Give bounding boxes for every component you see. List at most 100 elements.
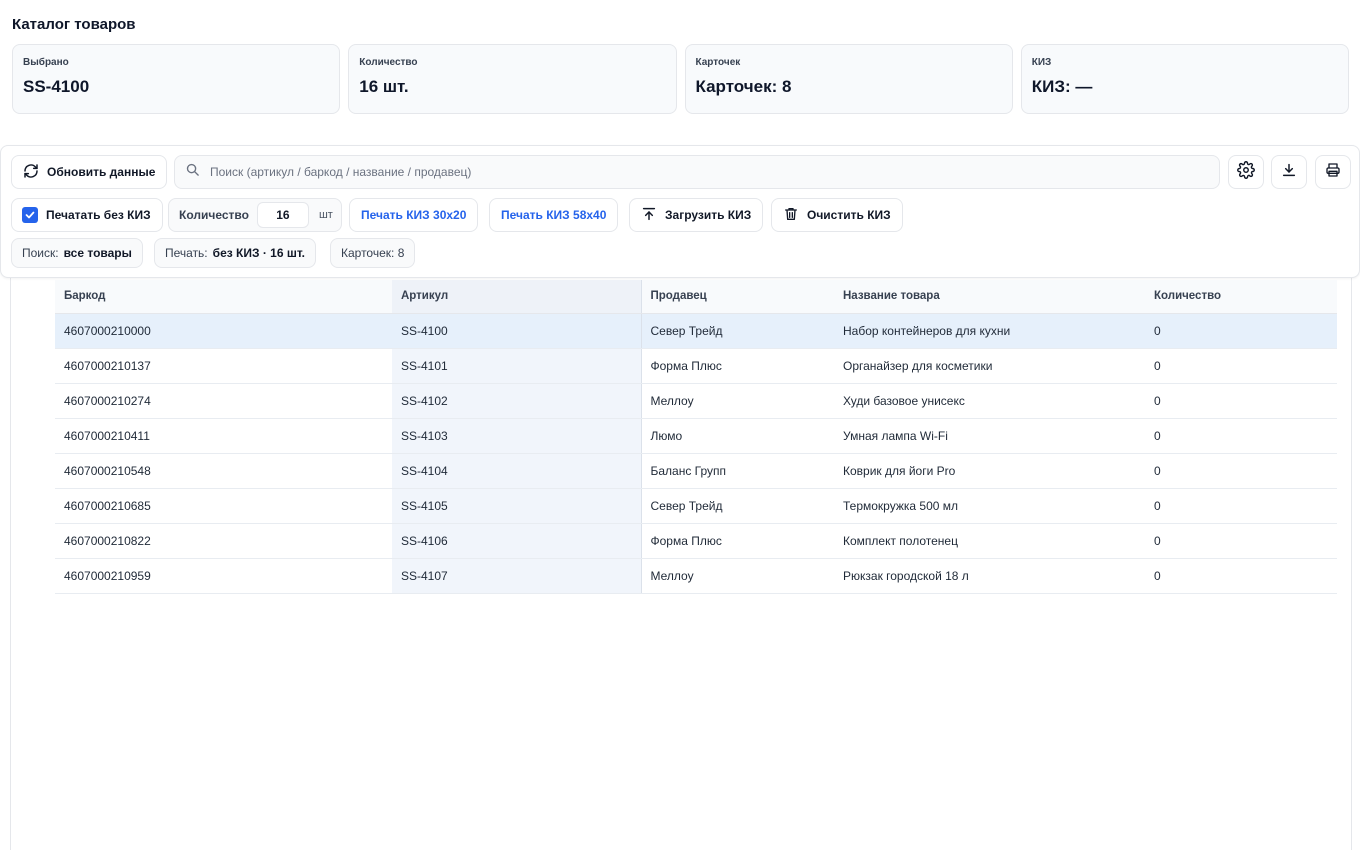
chip-key: Печать: [165, 246, 208, 260]
search-icon [185, 162, 200, 182]
cell-article: SS-4105 [392, 488, 641, 524]
print-kiz-58x40-label: Печать КИЗ 58x40 [501, 208, 607, 222]
print-icon [1325, 162, 1341, 183]
cell-barcode: 4607000210959 [55, 558, 392, 594]
settings-button[interactable] [1228, 155, 1264, 189]
stat-value: Карточек: 8 [695, 77, 792, 96]
stat-card-quantity: Количество 16 шт. [348, 44, 677, 114]
page-title: Каталог товаров [12, 16, 136, 33]
print-kiz-30x20-button[interactable]: Печать КИЗ 30x20 [349, 198, 479, 232]
column-header-name[interactable]: Название товара [834, 280, 1145, 314]
cell-seller: Люмо [640, 418, 834, 454]
cell-article: SS-4100 [392, 313, 641, 349]
refresh-button[interactable]: Обновить данные [11, 155, 168, 189]
table-row[interactable]: 4607000210411 SS-4103 Люмо Умная лампа Wi-F… [55, 418, 1337, 454]
clear-kiz-label: Очистить КИЗ [807, 208, 891, 222]
cell-barcode: 4607000210548 [55, 453, 392, 489]
stat-label: Количество [359, 57, 418, 68]
cell-article: SS-4103 [392, 418, 641, 454]
chip-search-filter: Поиск: все товары [11, 238, 143, 268]
table-row[interactable]: 4607000210959 SS-4107 Меллоу Рюкзак городск… [55, 558, 1337, 594]
cell-seller: Форма Плюс [640, 523, 834, 559]
stat-value: КИЗ: — [1031, 77, 1093, 96]
search-input[interactable] [208, 164, 1219, 180]
cell-name: Термокружка 500 мл [834, 488, 1145, 524]
cell-seller: Север Трейд [640, 313, 834, 349]
upload-icon [641, 206, 657, 225]
cell-article: SS-4102 [392, 383, 641, 419]
chip-print-mode: Печать: без КИЗ · 16 шт. [154, 238, 317, 268]
chip-value: все товары [63, 246, 132, 260]
cell-seller: Баланс Групп [640, 453, 834, 489]
chip-value: без КИЗ · 16 шт. [212, 246, 306, 260]
stats-panel: Выбрано SS-4100 Количество 16 шт. Карточ… [12, 44, 1349, 114]
refresh-icon [23, 163, 39, 182]
products-table-container: Баркод Артикул Продавец Название товара … [10, 276, 1352, 850]
chip-cards-count: Карточек: 8 [330, 238, 416, 268]
cell-article: SS-4107 [392, 558, 641, 594]
cell-quantity: 0 [1145, 418, 1337, 454]
cell-seller: Меллоу [640, 383, 834, 419]
cell-name: Комплект полотенец [834, 523, 1145, 559]
cell-name: Органайзер для косметики [834, 348, 1145, 384]
upload-kiz-label: Загрузить КИЗ [665, 208, 752, 222]
download-icon [1281, 162, 1297, 183]
cell-seller: Север Трейд [640, 488, 834, 524]
column-header-barcode[interactable]: Баркод [55, 280, 392, 314]
stat-label: Карточек [695, 57, 741, 68]
search-box [174, 155, 1220, 189]
quantity-input[interactable] [256, 202, 309, 228]
cell-name: Худи базовое унисекс [834, 383, 1145, 419]
print-kiz-30x20-label: Печать КИЗ 30x20 [361, 208, 467, 222]
cell-quantity: 0 [1145, 348, 1337, 384]
chip-key: Карточек: 8 [341, 246, 405, 260]
table-row[interactable]: 4607000210274 SS-4102 Меллоу Худи базовое у… [55, 383, 1337, 419]
table-row[interactable]: 4607000210137 SS-4101 Форма Плюс Органайзер… [55, 348, 1337, 384]
cell-article: SS-4106 [392, 523, 641, 559]
cell-name: Умная лампа Wi-Fi [834, 418, 1145, 454]
print-button[interactable] [1315, 155, 1351, 189]
cell-article: SS-4101 [392, 348, 641, 384]
cell-quantity: 0 [1145, 383, 1337, 419]
table-row[interactable]: 4607000210685 SS-4105 Север Трейд Термокруж… [55, 488, 1337, 524]
upload-kiz-button[interactable]: Загрузить КИЗ [629, 198, 764, 232]
column-header-quantity[interactable]: Количество [1145, 280, 1337, 314]
clear-kiz-button[interactable]: Очистить КИЗ [771, 198, 903, 232]
stat-label: Выбрано [23, 57, 69, 68]
cell-name: Набор контейнеров для кухни [834, 313, 1145, 349]
print-without-kiz-toggle[interactable]: Печатать без КИЗ [11, 198, 163, 232]
cell-article: SS-4104 [392, 453, 641, 489]
table-row[interactable]: 4607000210548 SS-4104 Баланс Групп Коврик д… [55, 453, 1337, 489]
quantity-unit: шт [318, 209, 333, 221]
stat-value: 16 шт. [359, 77, 409, 96]
print-kiz-58x40-button[interactable]: Печать КИЗ 58x40 [489, 198, 619, 232]
quantity-group: Количество шт [168, 198, 342, 232]
cell-quantity: 0 [1145, 558, 1337, 594]
column-header-seller[interactable]: Продавец [640, 280, 834, 314]
stat-card-selected: Выбрано SS-4100 [12, 44, 341, 114]
products-table: Баркод Артикул Продавец Название товара … [55, 280, 1337, 594]
stat-label: КИЗ [1031, 57, 1052, 68]
cell-quantity: 0 [1145, 488, 1337, 524]
cell-quantity: 0 [1145, 313, 1337, 349]
cell-quantity: 0 [1145, 453, 1337, 489]
cell-seller: Меллоу [640, 558, 834, 594]
cell-barcode: 4607000210411 [55, 418, 392, 454]
table-row[interactable]: 4607000210822 SS-4106 Форма Плюс Комплект п… [55, 523, 1337, 559]
cell-name: Коврик для йоги Pro [834, 453, 1145, 489]
trash-icon [783, 206, 799, 225]
download-button[interactable] [1271, 155, 1307, 189]
quantity-label: Количество [179, 208, 249, 222]
table-row[interactable]: 4607000210000 SS-4100 Север Трейд Набор кон… [55, 313, 1337, 349]
cell-barcode: 4607000210137 [55, 348, 392, 384]
print-without-kiz-checkbox[interactable] [22, 207, 38, 223]
stat-card-kiz: КИЗ КИЗ: — [1020, 44, 1349, 114]
settings-icon [1237, 160, 1255, 184]
cell-seller: Форма Плюс [640, 348, 834, 384]
stat-card-cards: Карточек Карточек: 8 [684, 44, 1013, 114]
table-header-row: Баркод Артикул Продавец Название товара … [55, 280, 1337, 314]
stat-value: SS-4100 [23, 77, 90, 96]
cell-name: Рюкзак городской 18 л [834, 558, 1145, 594]
column-header-article[interactable]: Артикул [392, 280, 641, 314]
chip-key: Поиск: [22, 246, 59, 260]
